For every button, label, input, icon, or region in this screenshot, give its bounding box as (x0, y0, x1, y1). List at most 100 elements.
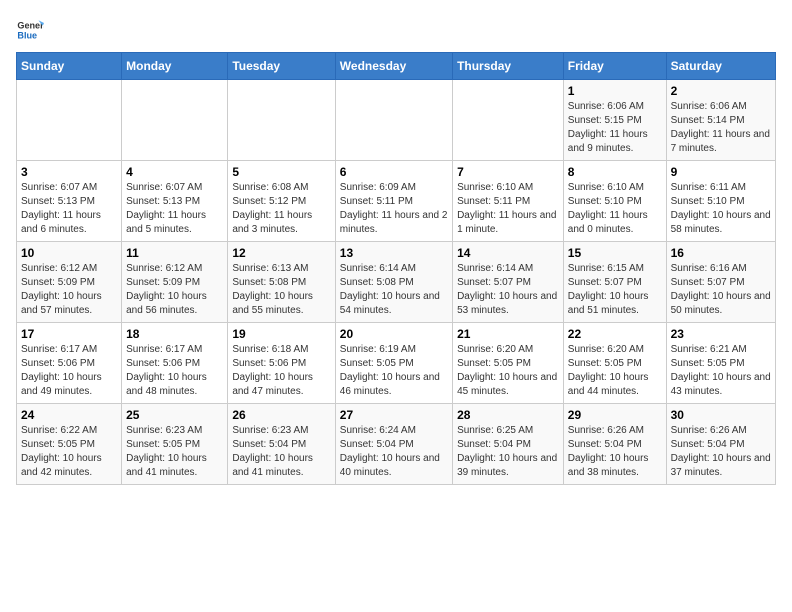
day-number: 17 (21, 327, 117, 341)
calendar-header-row: SundayMondayTuesdayWednesdayThursdayFrid… (17, 53, 776, 80)
calendar-cell: 5 Sunrise: 6:08 AMSunset: 5:12 PMDaylight… (228, 161, 335, 242)
column-header-monday: Monday (122, 53, 228, 80)
day-number: 14 (457, 246, 559, 260)
day-info: Sunrise: 6:17 AMSunset: 5:06 PMDaylight:… (21, 343, 117, 399)
week-row-3: 10 Sunrise: 6:12 AMSunset: 5:09 PMDayligh… (17, 242, 776, 323)
day-info: Sunrise: 6:08 AMSunset: 5:12 PMDaylight:… (232, 181, 330, 237)
day-number: 13 (340, 246, 448, 260)
calendar-cell: 20 Sunrise: 6:19 AMSunset: 5:05 PMDayligh… (335, 323, 452, 404)
calendar-cell: 12 Sunrise: 6:13 AMSunset: 5:08 PMDayligh… (228, 242, 335, 323)
day-number: 23 (671, 327, 771, 341)
day-info: Sunrise: 6:20 AMSunset: 5:05 PMDaylight:… (457, 343, 559, 399)
day-info: Sunrise: 6:19 AMSunset: 5:05 PMDaylight:… (340, 343, 448, 399)
day-info: Sunrise: 6:13 AMSunset: 5:08 PMDaylight:… (232, 262, 330, 318)
day-number: 4 (126, 165, 223, 179)
day-number: 5 (232, 165, 330, 179)
day-info: Sunrise: 6:12 AMSunset: 5:09 PMDaylight:… (21, 262, 117, 318)
calendar-cell (122, 80, 228, 161)
calendar-cell: 9 Sunrise: 6:11 AMSunset: 5:10 PMDaylight… (666, 161, 775, 242)
calendar-cell: 18 Sunrise: 6:17 AMSunset: 5:06 PMDayligh… (122, 323, 228, 404)
calendar-cell: 23 Sunrise: 6:21 AMSunset: 5:05 PMDayligh… (666, 323, 775, 404)
day-number: 18 (126, 327, 223, 341)
calendar-cell: 15 Sunrise: 6:15 AMSunset: 5:07 PMDayligh… (563, 242, 666, 323)
calendar-cell: 16Sunrise: 6:16 AMSunset: 5:07 PMDayligh… (666, 242, 775, 323)
day-info: Sunrise: 6:26 AMSunset: 5:04 PMDaylight:… (568, 424, 662, 480)
day-info: Sunrise: 6:20 AMSunset: 5:05 PMDaylight:… (568, 343, 662, 399)
calendar-cell: 17 Sunrise: 6:17 AMSunset: 5:06 PMDayligh… (17, 323, 122, 404)
day-info: Sunrise: 6:15 AMSunset: 5:07 PMDaylight:… (568, 262, 662, 318)
calendar-cell: 28Sunrise: 6:25 AMSunset: 5:04 PMDayligh… (453, 404, 564, 485)
calendar-cell: 1 Sunrise: 6:06 AMSunset: 5:15 PMDaylight… (563, 80, 666, 161)
day-info: Sunrise: 6:24 AMSunset: 5:04 PMDaylight:… (340, 424, 448, 480)
day-number: 16 (671, 246, 771, 260)
day-info: Sunrise: 6:06 AMSunset: 5:15 PMDaylight:… (568, 100, 662, 156)
logo: General Blue (16, 16, 48, 44)
calendar-cell (17, 80, 122, 161)
day-info: Sunrise: 6:06 AMSunset: 5:14 PMDaylight:… (671, 100, 771, 156)
column-header-tuesday: Tuesday (228, 53, 335, 80)
column-header-wednesday: Wednesday (335, 53, 452, 80)
day-number: 12 (232, 246, 330, 260)
day-number: 15 (568, 246, 662, 260)
day-info: Sunrise: 6:10 AMSunset: 5:10 PMDaylight:… (568, 181, 662, 237)
column-header-saturday: Saturday (666, 53, 775, 80)
column-header-thursday: Thursday (453, 53, 564, 80)
week-row-5: 24 Sunrise: 6:22 AMSunset: 5:05 PMDayligh… (17, 404, 776, 485)
day-number: 8 (568, 165, 662, 179)
day-number: 22 (568, 327, 662, 341)
calendar-cell: 26 Sunrise: 6:23 AMSunset: 5:04 PMDayligh… (228, 404, 335, 485)
day-number: 2 (671, 84, 771, 98)
calendar-cell (453, 80, 564, 161)
day-number: 30 (671, 408, 771, 422)
calendar-table: SundayMondayTuesdayWednesdayThursdayFrid… (16, 52, 776, 485)
calendar-cell: 6 Sunrise: 6:09 AMSunset: 5:11 PMDaylight… (335, 161, 452, 242)
calendar-cell (228, 80, 335, 161)
day-number: 7 (457, 165, 559, 179)
calendar-cell: 21 Sunrise: 6:20 AMSunset: 5:05 PMDayligh… (453, 323, 564, 404)
column-header-sunday: Sunday (17, 53, 122, 80)
svg-text:Blue: Blue (17, 30, 37, 40)
day-number: 3 (21, 165, 117, 179)
calendar-cell: 19Sunrise: 6:18 AMSunset: 5:06 PMDayligh… (228, 323, 335, 404)
day-info: Sunrise: 6:10 AMSunset: 5:11 PMDaylight:… (457, 181, 559, 237)
day-number: 29 (568, 408, 662, 422)
day-info: Sunrise: 6:21 AMSunset: 5:05 PMDaylight:… (671, 343, 771, 399)
column-header-friday: Friday (563, 53, 666, 80)
calendar-cell: 11Sunrise: 6:12 AMSunset: 5:09 PMDayligh… (122, 242, 228, 323)
day-number: 27 (340, 408, 448, 422)
day-info: Sunrise: 6:07 AMSunset: 5:13 PMDaylight:… (126, 181, 223, 237)
calendar-cell: 22 Sunrise: 6:20 AMSunset: 5:05 PMDayligh… (563, 323, 666, 404)
calendar-cell: 30 Sunrise: 6:26 AMSunset: 5:04 PMDayligh… (666, 404, 775, 485)
logo-icon: General Blue (16, 16, 44, 44)
calendar-cell (335, 80, 452, 161)
day-number: 1 (568, 84, 662, 98)
day-number: 10 (21, 246, 117, 260)
day-number: 6 (340, 165, 448, 179)
week-row-1: 1 Sunrise: 6:06 AMSunset: 5:15 PMDaylight… (17, 80, 776, 161)
day-info: Sunrise: 6:17 AMSunset: 5:06 PMDaylight:… (126, 343, 223, 399)
day-info: Sunrise: 6:23 AMSunset: 5:04 PMDaylight:… (232, 424, 330, 480)
day-number: 26 (232, 408, 330, 422)
day-number: 20 (340, 327, 448, 341)
day-info: Sunrise: 6:14 AMSunset: 5:07 PMDaylight:… (457, 262, 559, 318)
calendar-cell: 29 Sunrise: 6:26 AMSunset: 5:04 PMDayligh… (563, 404, 666, 485)
calendar-cell: 3Sunrise: 6:07 AMSunset: 5:13 PMDaylight… (17, 161, 122, 242)
calendar-cell: 10 Sunrise: 6:12 AMSunset: 5:09 PMDayligh… (17, 242, 122, 323)
day-info: Sunrise: 6:22 AMSunset: 5:05 PMDaylight:… (21, 424, 117, 480)
day-number: 9 (671, 165, 771, 179)
calendar-cell: 7 Sunrise: 6:10 AMSunset: 5:11 PMDaylight… (453, 161, 564, 242)
day-number: 24 (21, 408, 117, 422)
day-info: Sunrise: 6:23 AMSunset: 5:05 PMDaylight:… (126, 424, 223, 480)
day-number: 21 (457, 327, 559, 341)
day-info: Sunrise: 6:12 AMSunset: 5:09 PMDaylight:… (126, 262, 223, 318)
calendar-cell: 24 Sunrise: 6:22 AMSunset: 5:05 PMDayligh… (17, 404, 122, 485)
day-info: Sunrise: 6:09 AMSunset: 5:11 PMDaylight:… (340, 181, 448, 237)
calendar-cell: 8 Sunrise: 6:10 AMSunset: 5:10 PMDaylight… (563, 161, 666, 242)
day-number: 28 (457, 408, 559, 422)
calendar-cell: 14 Sunrise: 6:14 AMSunset: 5:07 PMDayligh… (453, 242, 564, 323)
day-info: Sunrise: 6:26 AMSunset: 5:04 PMDaylight:… (671, 424, 771, 480)
calendar-cell: 4 Sunrise: 6:07 AMSunset: 5:13 PMDaylight… (122, 161, 228, 242)
week-row-2: 3 Sunrise: 6:07 AMSunset: 5:13 PMDaylight… (17, 161, 776, 242)
week-row-4: 17 Sunrise: 6:17 AMSunset: 5:06 PMDayligh… (17, 323, 776, 404)
day-info: Sunrise: 6:11 AMSunset: 5:10 PMDaylight:… (671, 181, 771, 237)
